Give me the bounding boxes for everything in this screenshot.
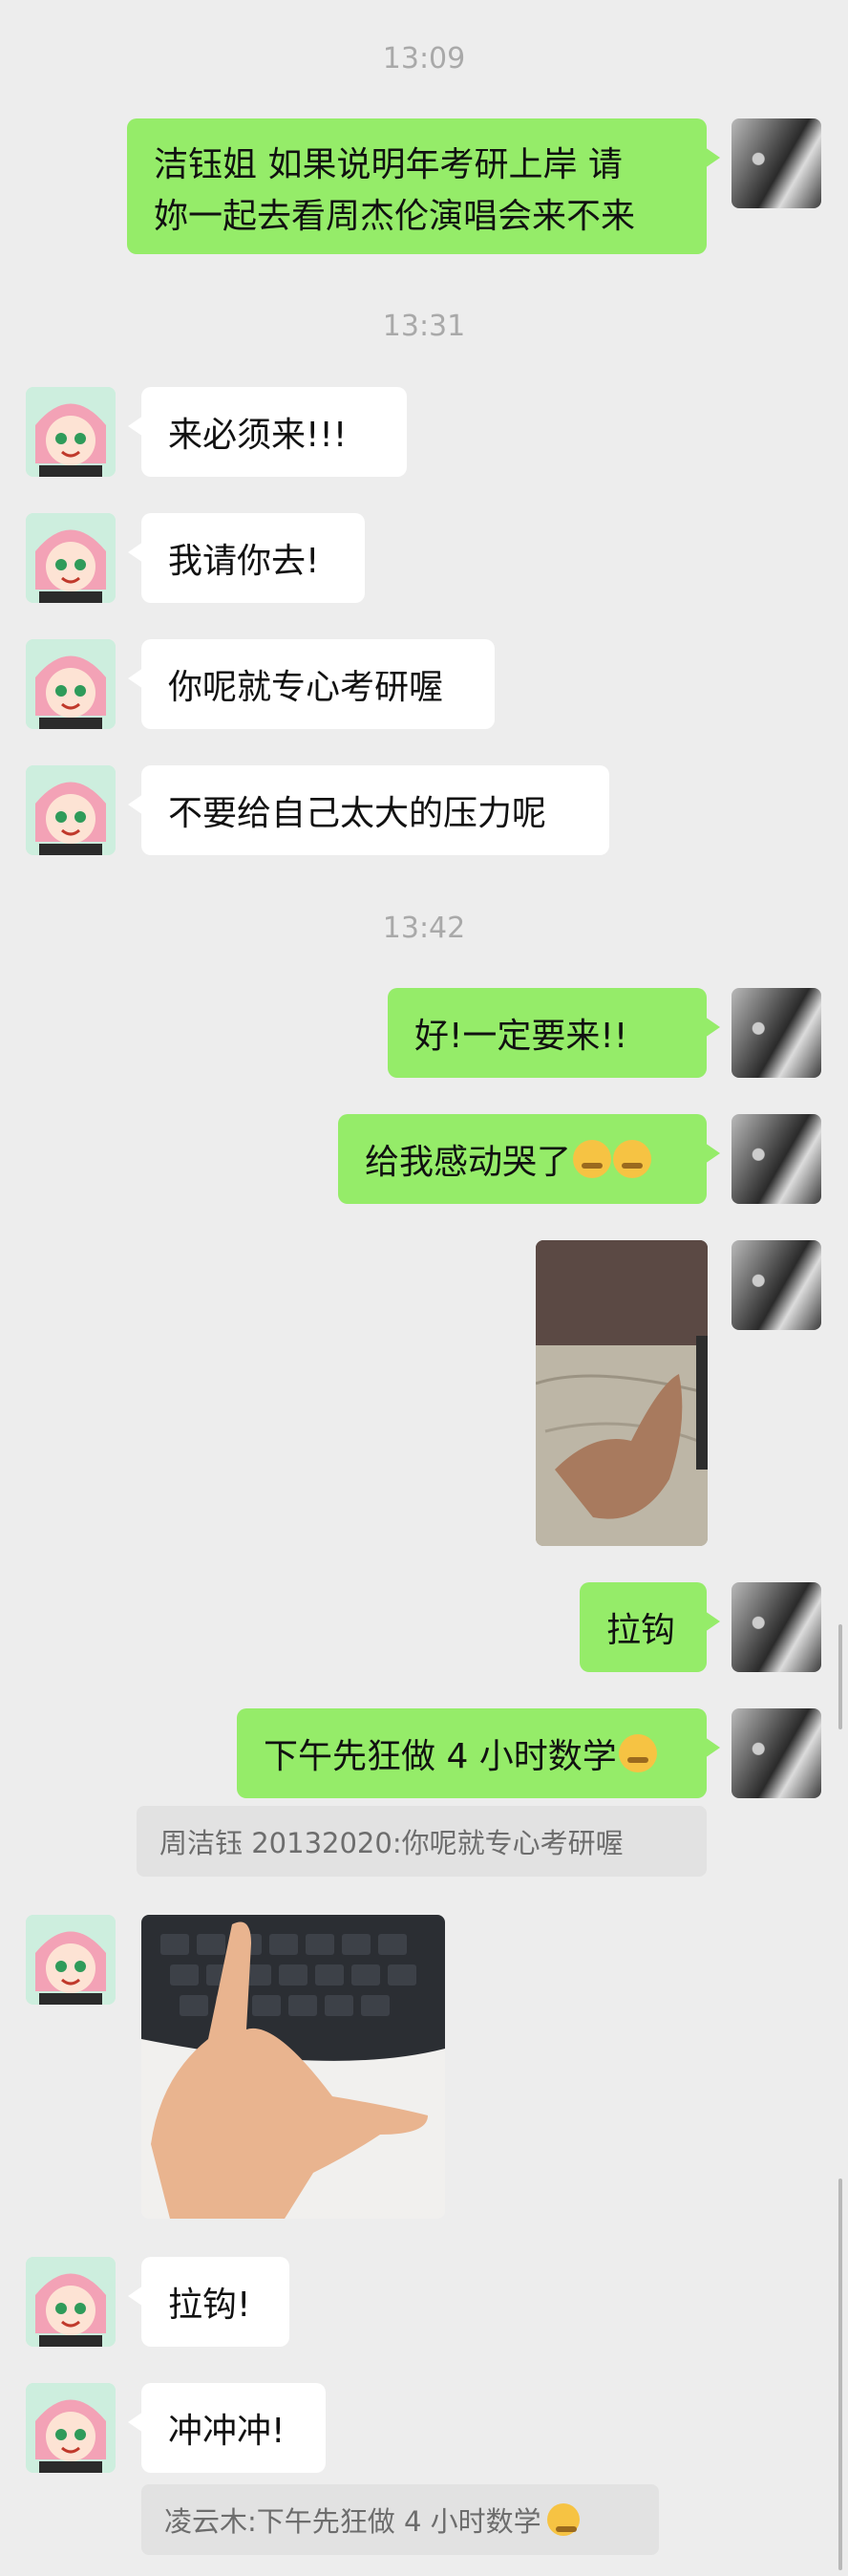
crying-face-emoji xyxy=(573,1140,612,1178)
user-avatar-icon[interactable] xyxy=(731,118,821,208)
timestamp: 13:42 xyxy=(382,912,466,945)
crying-face-emoji xyxy=(613,1140,652,1178)
contact-avatar-icon[interactable] xyxy=(26,765,116,855)
user-avatar-icon[interactable] xyxy=(731,988,821,1078)
incoming-message[interactable]: 你呢就专心考研喔 xyxy=(128,639,495,729)
outgoing-message[interactable]: 拉钩 xyxy=(580,1582,720,1672)
message-text: 给我感动哭了 xyxy=(365,1143,572,1182)
outgoing-message[interactable]: 下午先狂做 4 小时数学 xyxy=(237,1708,720,1798)
received-photo[interactable] xyxy=(141,1915,445,2219)
incoming-message[interactable]: 拉钩! xyxy=(128,2257,289,2347)
timestamp: 13:31 xyxy=(382,310,466,343)
incoming-message[interactable]: 不要给自己太大的压力呢 xyxy=(128,765,609,855)
contact-avatar-icon[interactable] xyxy=(26,387,116,477)
headband-face-emoji xyxy=(546,2503,580,2536)
quote-text: 凌云木:下午先狂做 4 小时数学 xyxy=(164,2505,541,2538)
quoted-reply[interactable]: 凌云木:下午先狂做 4 小时数学 xyxy=(141,2484,659,2555)
scrollbar-thumb[interactable] xyxy=(838,1624,842,1729)
contact-avatar-icon[interactable] xyxy=(26,513,116,603)
scrollbar-thumb[interactable] xyxy=(838,2179,842,2570)
incoming-message[interactable]: 冲冲冲! xyxy=(128,2383,326,2473)
contact-avatar-icon[interactable] xyxy=(26,2383,116,2473)
message-text: 下午先狂做 4 小时数学 xyxy=(264,1737,617,1776)
outgoing-message[interactable]: 给我感动哭了 xyxy=(338,1114,720,1204)
quoted-reply[interactable]: 周洁钰 20132020:你呢就专心考研喔 xyxy=(137,1806,707,1877)
timestamp: 13:09 xyxy=(382,42,466,75)
sent-photo[interactable] xyxy=(536,1240,708,1546)
outgoing-message[interactable]: 洁钰姐 如果说明年考研上岸 请 妳一起去看周杰伦演唱会来不来 xyxy=(127,118,720,254)
user-avatar-icon[interactable] xyxy=(731,1240,821,1330)
user-avatar-icon[interactable] xyxy=(731,1708,821,1798)
incoming-message[interactable]: 来必须来!!! xyxy=(128,387,407,477)
headband-face-emoji xyxy=(618,1734,657,1772)
contact-avatar-icon[interactable] xyxy=(26,639,116,729)
contact-avatar-icon[interactable] xyxy=(26,1915,116,2005)
user-avatar-icon[interactable] xyxy=(731,1114,821,1204)
outgoing-message[interactable]: 好!一定要来!! xyxy=(388,988,720,1078)
contact-avatar-icon[interactable] xyxy=(26,2257,116,2347)
user-avatar-icon[interactable] xyxy=(731,1582,821,1672)
incoming-message[interactable]: 我请你去! xyxy=(128,513,365,603)
